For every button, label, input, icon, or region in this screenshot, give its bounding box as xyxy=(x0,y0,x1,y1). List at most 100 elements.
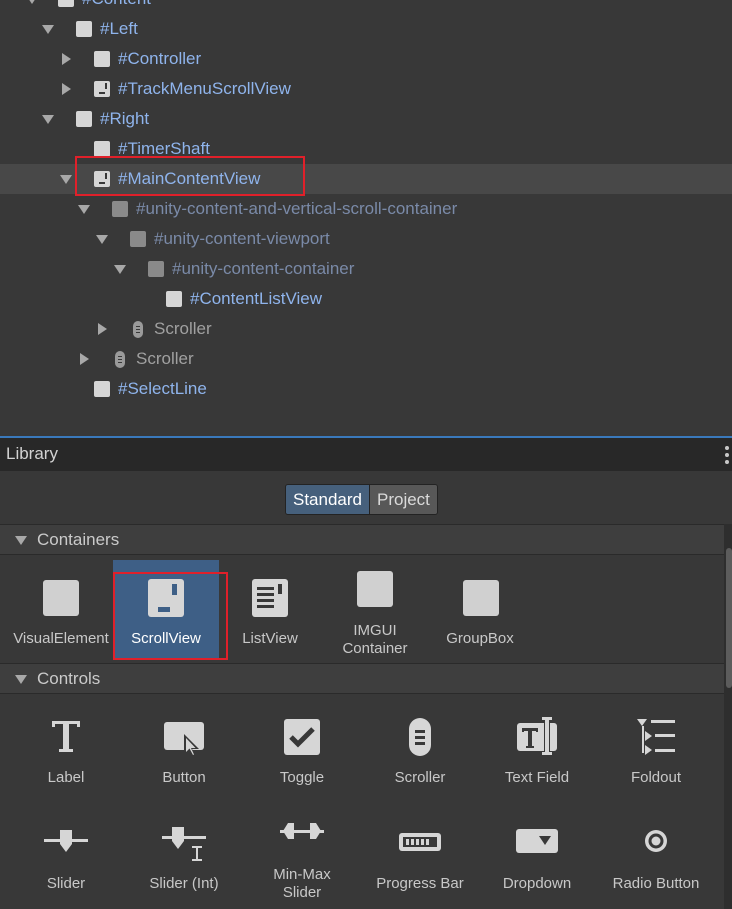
expand-arrow-icon xyxy=(15,536,27,545)
section-label: Containers xyxy=(37,530,120,549)
controls-foldout[interactable]: Controls xyxy=(0,663,724,694)
tree-label: #Left xyxy=(100,19,138,38)
tree-label: #Content xyxy=(82,0,151,9)
expand-arrow-icon xyxy=(15,675,27,684)
item-label: Text Field xyxy=(504,769,570,786)
foldout-icon xyxy=(637,719,675,755)
item-label: Progress Bar xyxy=(376,875,464,892)
scroller-icon xyxy=(409,718,431,756)
expand-arrow-icon[interactable] xyxy=(26,0,38,4)
item-label: VisualElement xyxy=(13,630,109,647)
expand-arrow-icon[interactable] xyxy=(96,235,108,244)
expand-arrow-icon[interactable] xyxy=(78,205,90,214)
tree-label: #unity-content-container xyxy=(172,259,355,278)
library-item-foldout[interactable]: Foldout xyxy=(597,700,715,800)
library-item-list-view[interactable]: ListView xyxy=(217,560,323,660)
tab-project[interactable]: Project xyxy=(370,485,437,514)
library-header: Library xyxy=(0,438,732,471)
visual-element-icon xyxy=(166,291,182,307)
tree-label: Scroller xyxy=(154,319,212,338)
tree-row-track-menu-scroll-view[interactable]: #TrackMenuScrollView xyxy=(0,74,732,104)
library-item-button[interactable]: Button xyxy=(125,700,243,800)
expand-arrow-icon[interactable] xyxy=(42,25,54,34)
item-label: Label xyxy=(47,769,85,786)
collapse-arrow-icon[interactable] xyxy=(98,323,107,335)
expand-arrow-icon[interactable] xyxy=(42,115,54,124)
text-field-icon xyxy=(517,717,557,757)
highlight-box xyxy=(75,156,305,196)
tree-label: #unity-content-and-vertical-scroll-conta… xyxy=(136,199,458,218)
scroller-icon xyxy=(115,351,125,368)
min-max-slider-icon xyxy=(280,823,324,839)
containers-foldout[interactable]: Containers xyxy=(0,524,724,555)
library-item-slider-int[interactable]: Slider (Int) xyxy=(125,808,243,908)
tree-row-content-viewport[interactable]: #unity-content-viewport xyxy=(0,224,732,254)
hierarchy-panel: #Content #Left #Controller #TrackMenuScr… xyxy=(0,0,732,436)
highlight-box xyxy=(113,572,228,660)
visual-element-icon xyxy=(112,201,128,217)
visual-element-icon xyxy=(76,21,92,37)
group-box-icon xyxy=(463,580,499,616)
library-item-imgui-container[interactable]: IMGUI Container xyxy=(322,560,428,660)
tree-label: #SelectLine xyxy=(118,379,207,398)
scroll-view-icon xyxy=(94,81,110,97)
tree-row-scroller[interactable]: Scroller xyxy=(0,314,732,344)
tree-row-controller[interactable]: #Controller xyxy=(0,44,732,74)
section-label: Controls xyxy=(37,669,101,688)
library-scrollbar-thumb[interactable] xyxy=(726,548,732,688)
visual-element-icon xyxy=(43,580,79,616)
visual-element-icon xyxy=(58,0,74,7)
visual-element-icon xyxy=(94,141,110,157)
expand-arrow-icon[interactable] xyxy=(60,175,72,184)
visual-element-icon xyxy=(94,381,110,397)
item-label: Slider xyxy=(46,875,86,892)
visual-element-icon xyxy=(76,111,92,127)
more-options-icon[interactable] xyxy=(725,446,730,464)
library-item-label[interactable]: Label xyxy=(7,700,125,800)
tree-row-content-container[interactable]: #unity-content-container xyxy=(0,254,732,284)
library-item-group-box[interactable]: GroupBox xyxy=(427,560,533,660)
item-label: Slider (Int) xyxy=(149,875,219,892)
library-tab-group: Standard Project xyxy=(285,484,438,515)
slider-icon xyxy=(44,830,88,852)
tree-row-content-list-view[interactable]: #ContentListView xyxy=(0,284,732,314)
tree-label: Scroller xyxy=(136,349,194,368)
tree-row-right[interactable]: #Right xyxy=(0,104,732,134)
tree-label: #TrackMenuScrollView xyxy=(118,79,291,98)
imgui-container-icon xyxy=(357,571,393,607)
expand-arrow-icon[interactable] xyxy=(114,265,126,274)
visual-element-icon xyxy=(94,51,110,67)
toggle-icon xyxy=(284,719,320,755)
library-item-progress-bar[interactable]: Progress Bar xyxy=(361,808,479,908)
tree-row-content[interactable]: #Content xyxy=(0,0,732,14)
item-label: Foldout xyxy=(630,769,682,786)
library-item-text-field[interactable]: Text Field xyxy=(478,700,596,800)
tree-row-content-and-vertical-scroll-container[interactable]: #unity-content-and-vertical-scroll-conta… xyxy=(0,194,732,224)
tab-standard[interactable]: Standard xyxy=(286,485,370,514)
collapse-arrow-icon[interactable] xyxy=(62,53,71,65)
visual-element-icon xyxy=(148,261,164,277)
progress-bar-icon xyxy=(399,833,441,851)
library-item-dropdown[interactable]: Dropdown xyxy=(478,808,596,908)
library-item-visual-element[interactable]: VisualElement xyxy=(8,560,114,660)
library-item-radio-button[interactable]: Radio Button xyxy=(597,808,715,908)
library-item-slider[interactable]: Slider xyxy=(7,808,125,908)
item-label-line2: Container xyxy=(342,640,408,657)
tree-label: #Right xyxy=(100,109,150,128)
radio-button-icon xyxy=(645,830,667,852)
button-icon xyxy=(164,722,204,758)
list-view-icon xyxy=(252,579,288,617)
item-label: GroupBox xyxy=(446,630,514,647)
collapse-arrow-icon[interactable] xyxy=(80,353,89,365)
library-item-scroller[interactable]: Scroller xyxy=(361,700,479,800)
tree-row-select-line[interactable]: #SelectLine xyxy=(0,374,732,404)
collapse-arrow-icon[interactable] xyxy=(62,83,71,95)
library-item-toggle[interactable]: Toggle xyxy=(243,700,361,800)
tree-row-left[interactable]: #Left xyxy=(0,14,732,44)
item-label: Toggle xyxy=(279,769,325,786)
scroller-icon xyxy=(133,321,143,338)
tree-row-scroller[interactable]: Scroller xyxy=(0,344,732,374)
item-label: ListView xyxy=(242,630,298,647)
library-item-min-max-slider[interactable]: Min-Max Slider xyxy=(243,808,361,908)
item-label: Button xyxy=(162,769,206,786)
